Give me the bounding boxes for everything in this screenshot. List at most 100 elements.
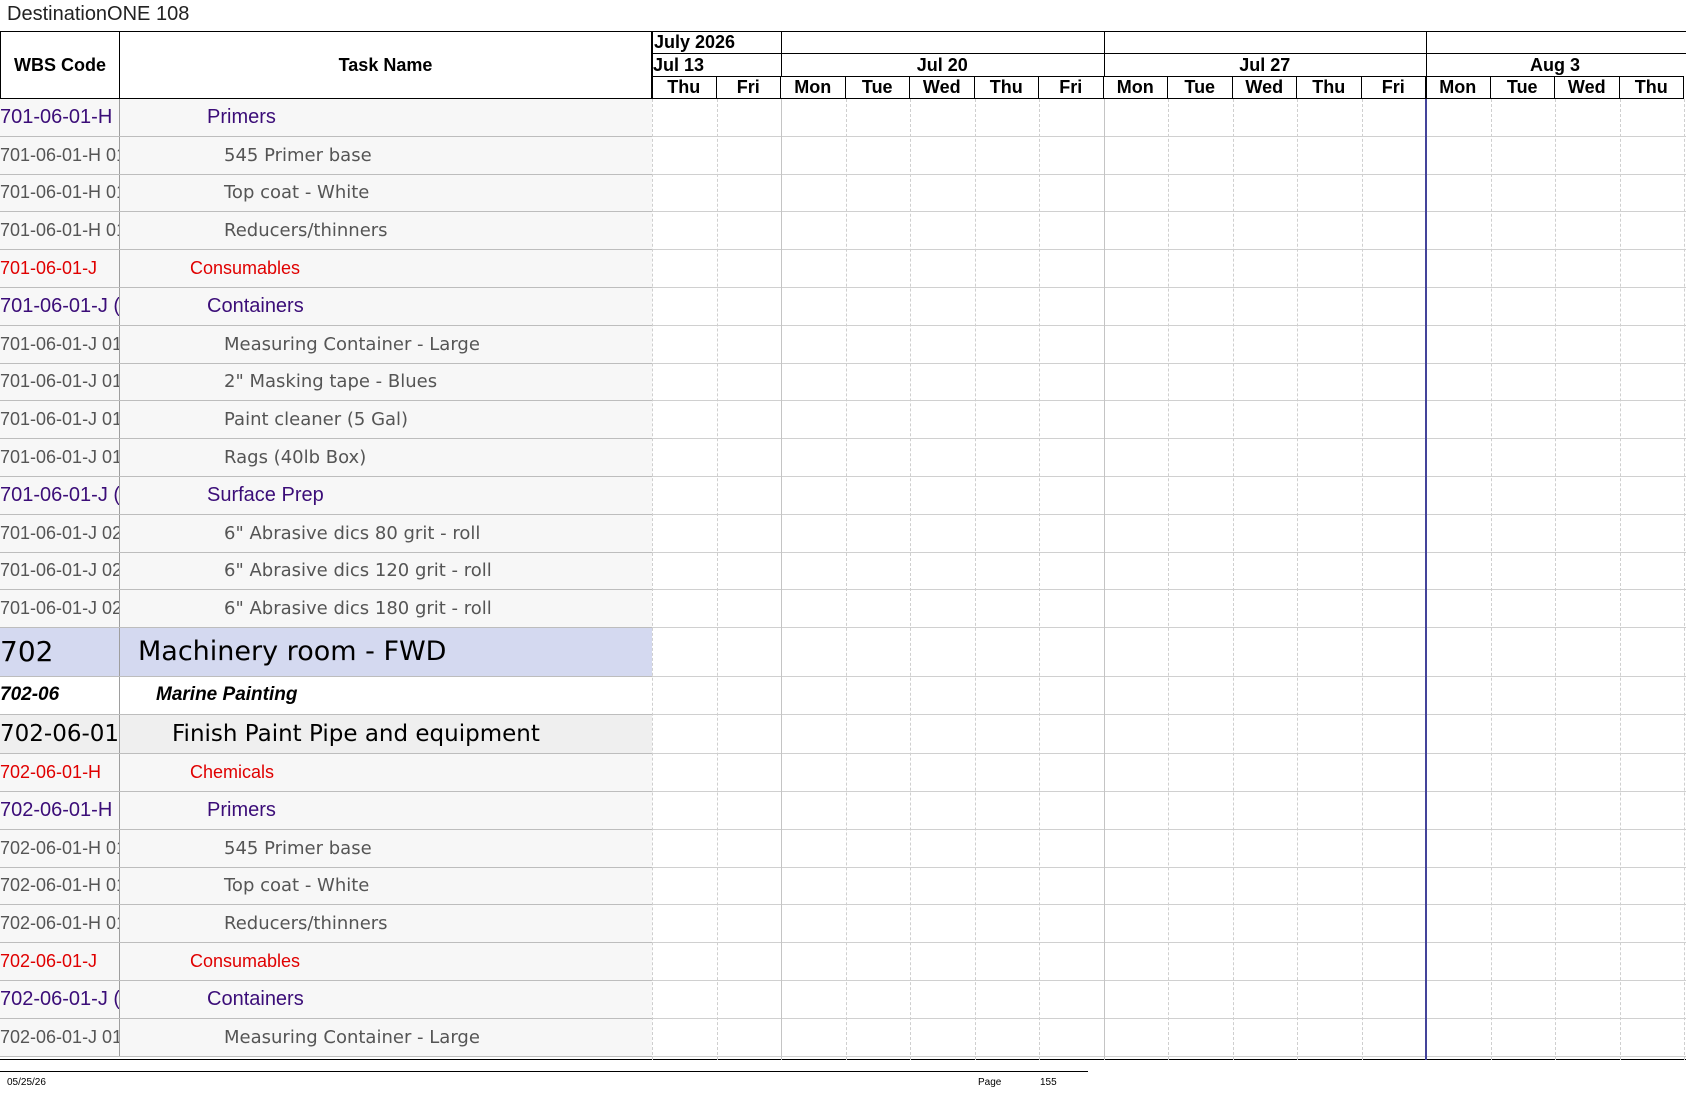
gantt-row[interactable] [652,590,1686,629]
task-name-cell[interactable]: Containers [120,288,652,325]
task-name-cell[interactable]: Surface Prep [120,477,652,514]
task-name-cell[interactable]: 6" Abrasive dics 80 grit - roll [120,515,652,552]
table-row[interactable]: 701-06-01-J 02 6" Abrasive dics 180 grit … [0,590,652,629]
wbs-code-cell[interactable]: 701-06-01-J [0,250,120,287]
task-name-cell[interactable]: Reducers/thinners [120,212,652,249]
task-name-cell[interactable]: Consumables [120,250,652,287]
wbs-code-cell[interactable]: 702-06-01-H 01 [0,905,120,943]
gantt-row[interactable] [652,792,1686,830]
wbs-code-cell[interactable]: 701-06-01-J 02 [0,590,120,628]
gantt-row[interactable] [652,515,1686,553]
gantt-row[interactable] [652,677,1686,715]
gantt-row[interactable] [652,326,1686,364]
wbs-code-cell[interactable]: 701-06-01-J ( [0,477,120,514]
table-row[interactable]: 701-06-01-H 01 545 Primer base [0,136,652,175]
gantt-row[interactable] [652,477,1686,515]
gantt-row[interactable] [652,250,1686,288]
gantt-row[interactable] [652,401,1686,440]
gantt-row[interactable] [652,715,1686,755]
task-name-cell[interactable]: Machinery room - FWD [120,628,652,676]
task-name-cell[interactable]: Primers [120,99,652,136]
wbs-code-cell[interactable]: 701-06-01-J 01 [0,439,120,476]
table-row[interactable]: 701-06-01-J (Containers [0,288,652,326]
table-row[interactable]: 702-06 Marine Painting [0,676,652,715]
task-name-cell[interactable]: 6" Abrasive dics 120 grit - roll [120,553,652,590]
table-row[interactable]: 702-06-01-J Consumables [0,943,652,981]
wbs-code-cell[interactable]: 701-06-01-J 01 [0,401,120,439]
task-name-cell[interactable]: Measuring Container - Large [120,1019,652,1056]
task-name-cell[interactable]: Paint cleaner (5 Gal) [120,401,652,438]
gantt-row[interactable] [652,439,1686,477]
wbs-code-cell[interactable]: 701-06-01-J 02 [0,552,120,590]
gantt-row[interactable] [652,553,1686,591]
gantt-row[interactable] [652,943,1686,981]
task-name-cell[interactable]: 2" Masking tape - Blues [120,364,652,401]
task-name-cell[interactable]: 545 Primer base [120,137,652,174]
task-name-cell[interactable]: Chemicals [120,754,652,791]
table-row[interactable]: 702-06-01-J (Containers [0,981,652,1019]
gantt-row[interactable] [652,868,1686,906]
wbs-code-cell[interactable]: 702-06-01-H 01 [0,829,120,867]
table-row[interactable]: 702-06-01-H (Primers [0,792,652,830]
wbs-code-cell[interactable]: 701-06-01-H 01 [0,136,120,174]
gantt-row[interactable] [652,754,1686,792]
table-row[interactable]: 701-06-01-H 01 Reducers/thinners [0,212,652,251]
task-name-cell[interactable]: Primers [120,792,652,829]
task-name-cell[interactable]: Rags (40lb Box) [120,439,652,476]
task-name-cell[interactable]: Marine Painting [120,677,652,714]
task-name-cell[interactable]: 545 Primer base [120,830,652,867]
gantt-row[interactable] [652,175,1686,213]
wbs-code-cell[interactable]: 702 [0,628,120,676]
table-row[interactable]: 701-06-01-J 01 Paint cleaner (5 Gal) [0,401,652,440]
gantt-row[interactable] [652,288,1686,326]
table-row[interactable]: 701-06-01-J Consumables [0,250,652,288]
table-row[interactable]: 701-06-01-J 01 Measuring Container - Larg… [0,325,652,364]
table-row[interactable]: 701-06-01-J (Surface Prep [0,477,652,515]
table-row[interactable]: 702-06-01-H 01 Reducers/thinners [0,905,652,944]
wbs-code-cell[interactable]: 702-06 [0,676,120,714]
table-row[interactable]: 701-06-01-H (Primers [0,99,652,137]
task-name-cell[interactable]: Reducers/thinners [120,905,652,942]
gantt-row[interactable] [652,99,1686,137]
table-row[interactable]: 701-06-01-J 01 2" Masking tape - Blues [0,363,652,402]
table-row[interactable]: 702-06-01-H Chemicals [0,754,652,792]
wbs-code-cell[interactable]: 702-06-01-J 01 [0,1018,120,1056]
wbs-code-cell[interactable]: 701-06-01-J 01 [0,325,120,363]
gantt-row[interactable] [652,628,1686,677]
wbs-code-cell[interactable]: 702-06-01-H ( [0,792,120,829]
task-name-cell[interactable]: Measuring Container - Large [120,326,652,363]
task-name-cell[interactable]: Top coat - White [120,868,652,905]
column-header-task[interactable]: Task Name [120,32,652,99]
wbs-code-cell[interactable]: 701-06-01-J ( [0,288,120,325]
table-row[interactable]: 702-06-01-H 01 Top coat - White [0,867,652,906]
gantt-row[interactable] [652,212,1686,251]
gantt-row[interactable] [652,905,1686,944]
wbs-code-cell[interactable]: 701-06-01-H 01 [0,174,120,212]
table-row[interactable]: 702-06-01 Finish Paint Pipe and equipment [0,714,652,755]
wbs-code-cell[interactable]: 702-06-01-J ( [0,981,120,1018]
wbs-code-cell[interactable]: 702-06-01 [0,714,120,754]
wbs-code-cell[interactable]: 702-06-01-H [0,754,120,791]
gantt-row[interactable] [652,137,1686,175]
table-row[interactable]: 702-06-01-J 01 Measuring Container - Larg… [0,1018,652,1057]
task-name-cell[interactable]: Top coat - White [120,175,652,212]
wbs-code-cell[interactable]: 701-06-01-J 01 [0,363,120,401]
task-name-cell[interactable]: Containers [120,981,652,1018]
table-row[interactable]: 701-06-01-J 01 Rags (40lb Box) [0,439,652,477]
column-header-wbs[interactable]: WBS Code [0,32,120,99]
wbs-code-cell[interactable]: 701-06-01-H ( [0,99,120,136]
gantt-row[interactable] [652,830,1686,868]
gantt-row[interactable] [652,1019,1686,1057]
table-row[interactable]: 701-06-01-H 01 Top coat - White [0,174,652,213]
wbs-code-cell[interactable]: 701-06-01-J 02 [0,514,120,552]
task-name-cell[interactable]: 6" Abrasive dics 180 grit - roll [120,590,652,627]
table-row[interactable]: 702 Machinery room - FWD [0,628,652,677]
gantt-row[interactable] [652,364,1686,402]
wbs-code-cell[interactable]: 702-06-01-H 01 [0,867,120,905]
table-row[interactable]: 701-06-01-J 02 6" Abrasive dics 80 grit -… [0,514,652,553]
task-name-cell[interactable]: Consumables [120,943,652,980]
table-row[interactable]: 701-06-01-J 02 6" Abrasive dics 120 grit … [0,552,652,591]
table-row[interactable]: 702-06-01-H 01 545 Primer base [0,829,652,868]
wbs-code-cell[interactable]: 701-06-01-H 01 [0,212,120,250]
gantt-chart-area[interactable] [652,99,1686,1060]
